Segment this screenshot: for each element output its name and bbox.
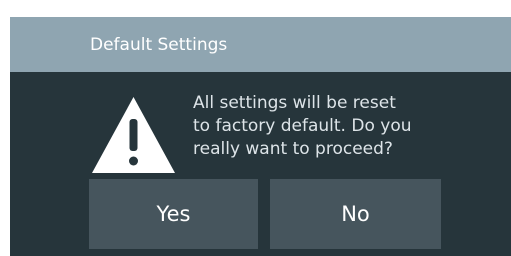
default-settings-dialog: Default Settings All settings will be re… [10,17,511,256]
dialog-title: Default Settings [90,35,228,55]
no-button[interactable]: No [270,179,441,249]
warning-icon [92,97,175,173]
yes-button[interactable]: Yes [89,179,258,249]
message-line: to factory default. Do you [193,116,412,136]
message-line: really want to proceed? [193,139,393,159]
dialog-titlebar: Default Settings [10,17,511,72]
message-line: All settings will be reset [193,93,396,113]
dialog-message: All settings will be reset to factory de… [193,92,493,161]
